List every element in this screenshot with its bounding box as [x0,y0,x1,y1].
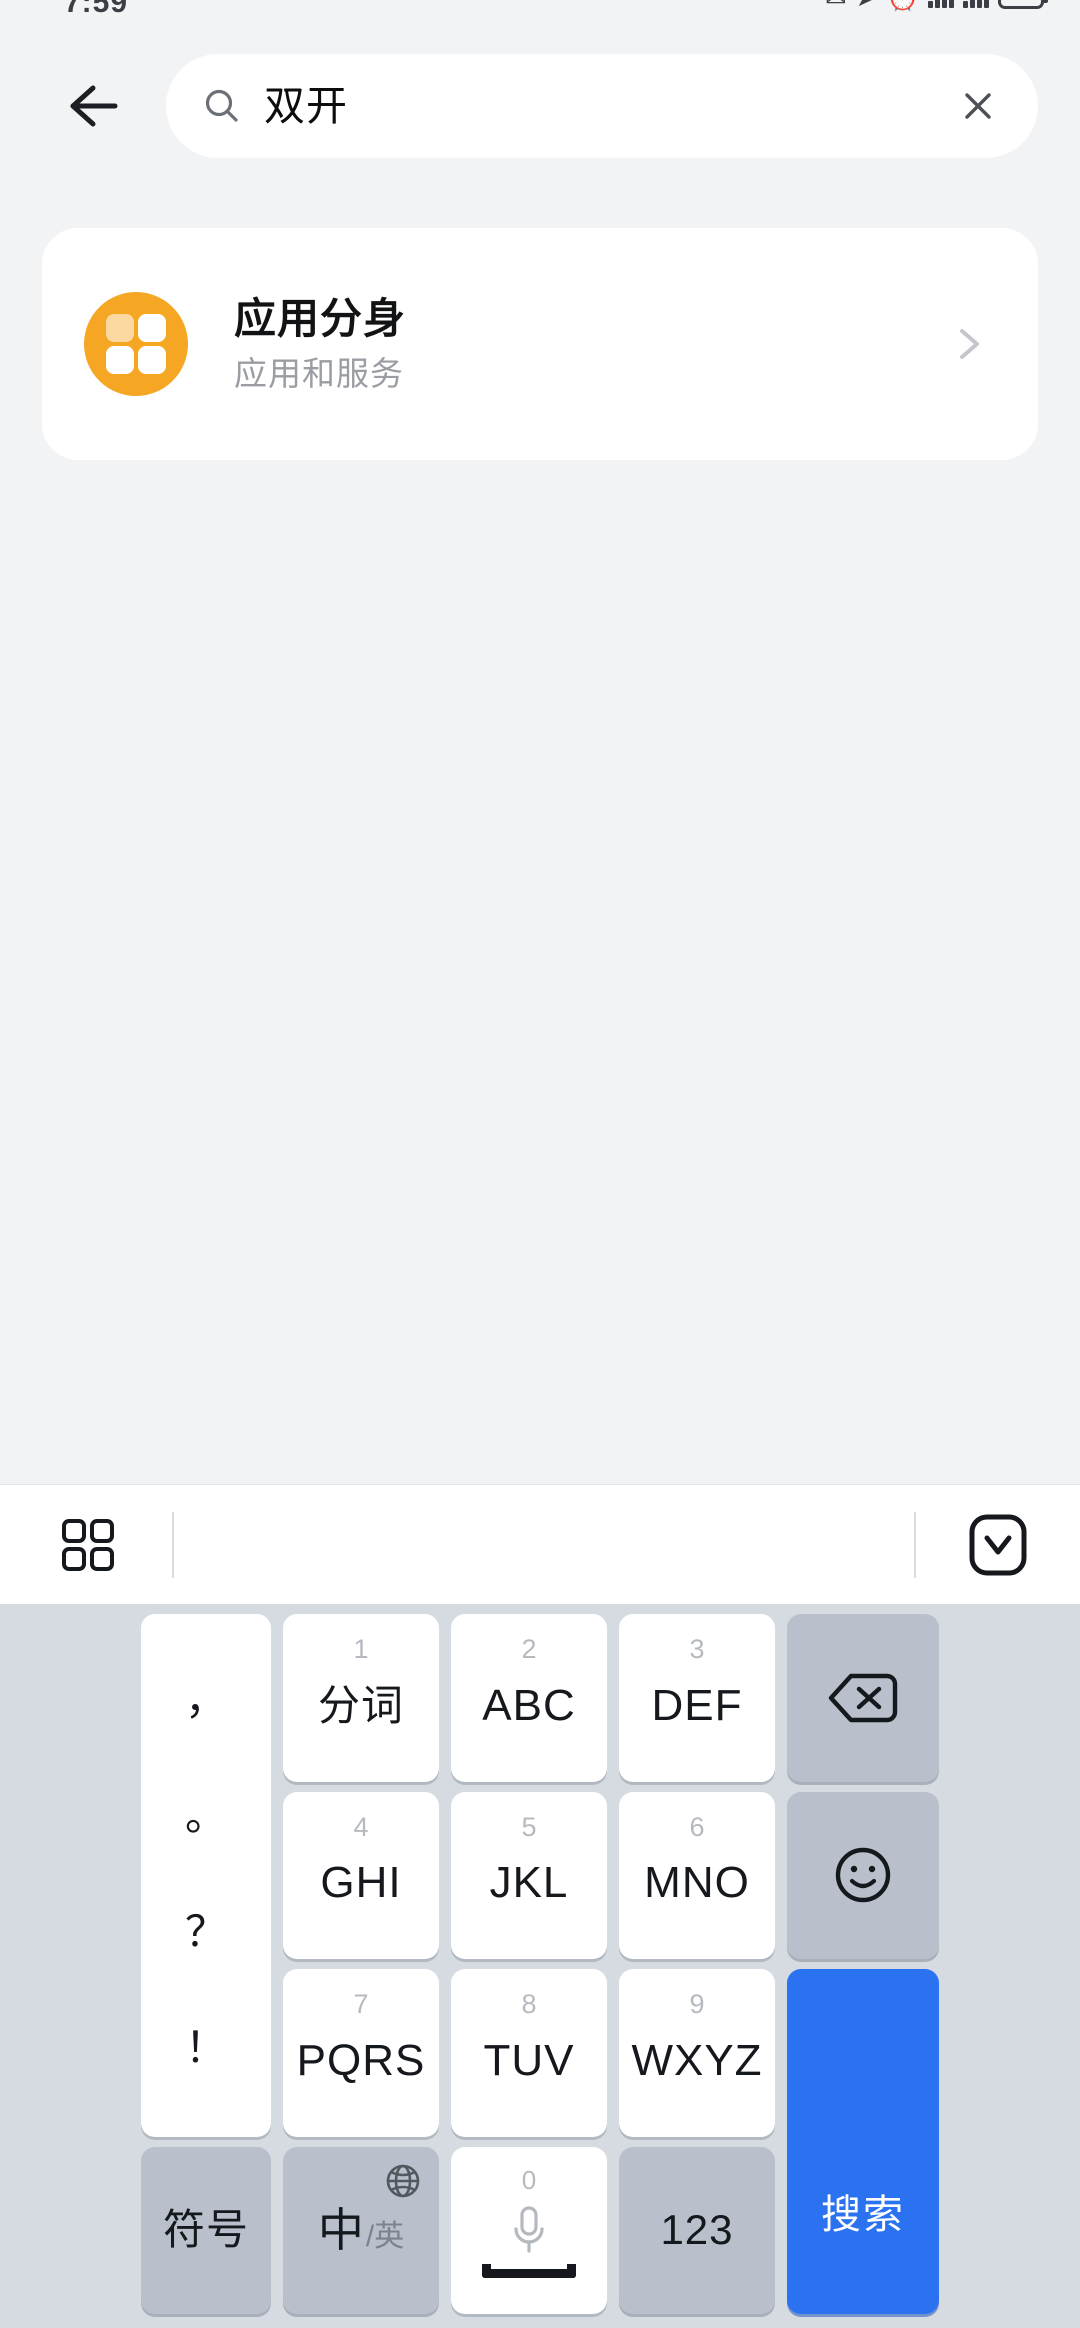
key-language-toggle[interactable]: 中 /英 [283,2146,439,2314]
key-punct-question: ？ [184,1908,227,1956]
hide-keyboard-button[interactable] [956,1503,1040,1587]
search-results-list: 应用分身 应用和服务 [0,228,1080,460]
key-main-label: DEF [651,1680,743,1730]
key-main-label: 符号 [162,2206,249,2254]
key-emoji[interactable] [787,1791,939,1959]
alarm-icon: ⏰ [887,0,919,10]
key-2-abc[interactable]: 2 ABC [451,1614,607,1782]
result-item-app-clone[interactable]: 应用分身 应用和服务 [42,228,1038,460]
result-item-title: 应用分身 [234,294,407,342]
key-number-label: 0 [521,2164,537,2195]
keyboard-layout-grid-icon [62,1518,114,1571]
key-number-label: 1 [353,1634,369,1664]
key-search-label: 搜索 [821,2193,905,2237]
toolbar-divider-right [914,1512,916,1578]
back-button[interactable] [42,54,146,158]
key-main-label: TUV [483,2035,575,2085]
search-header: 双开 [0,42,1080,170]
key-main-label: 123 [660,2206,734,2254]
status-bar-icons: ✉ ➤ ⏰ [825,0,1048,10]
key-language-en: /英 [365,2220,405,2254]
key-main-label: WXYZ [631,2035,763,2085]
keyboard-toolbar [0,1484,1080,1604]
keyboard-layout-button[interactable] [42,1499,134,1591]
key-main-label: PQRS [296,2035,426,2085]
key-number-label: 5 [521,1811,537,1842]
key-main-label: 分词 [317,1681,404,1729]
key-punct-exclaim: ！ [184,2024,227,2072]
candidate-strip[interactable] [134,1485,916,1605]
key-number-label: 2 [521,1634,537,1664]
keyboard: ， 。 ？ ！ 1 分词 2 ABC 3 DEF 4 GHI 5 JKL 6 M… [0,1484,1080,2328]
search-input-value: 双开 [264,85,348,127]
wifi-icon [928,0,954,8]
key-symbols[interactable]: 符号 [141,2146,271,2314]
key-number-label: 7 [353,1989,369,2019]
toolbar-divider-left [172,1512,174,1578]
key-3-def[interactable]: 3 DEF [619,1614,775,1782]
hide-keyboard-icon [969,1514,1027,1575]
key-main-label: MNO [644,1858,750,1908]
key-number-label: 4 [353,1811,369,1842]
backspace-icon [828,1673,898,1722]
result-item-texts: 应用分身 应用和服务 [234,294,944,392]
key-punct-comma: ， [184,1676,227,1724]
key-numeric-layout[interactable]: 123 [619,2146,775,2314]
emoji-smiley-icon [835,1848,891,1903]
key-main-label: JKL [489,1858,569,1908]
key-search-enter[interactable]: 搜索 [787,1969,939,2314]
key-7-pqrs[interactable]: 7 PQRS [283,1969,439,2137]
space-bar-glyph [482,2264,576,2278]
keyboard-keys: ， 。 ？ ！ 1 分词 2 ABC 3 DEF 4 GHI 5 JKL 6 M… [0,1604,1080,2328]
key-1-fenci[interactable]: 1 分词 [283,1614,439,1782]
key-punct-period: 。 [184,1792,227,1840]
close-icon [965,93,991,119]
key-number-label: 8 [521,1989,537,2019]
status-bar-time: 7:59 [64,0,129,19]
key-main-label: ABC [482,1680,576,1730]
key-5-jkl[interactable]: 5 JKL [451,1791,607,1959]
key-number-label: 9 [689,1989,705,2019]
key-space[interactable]: 0 [451,2146,607,2314]
status-bar: 7:59 ✉ ➤ ⏰ [0,0,1080,22]
key-main-label: GHI [320,1858,402,1908]
microphone-icon [506,2202,552,2263]
key-number-label: 3 [689,1634,705,1664]
key-4-ghi[interactable]: 4 GHI [283,1791,439,1959]
key-9-wxyz[interactable]: 9 WXYZ [619,1969,775,2137]
back-arrow-icon [70,85,118,127]
key-number-label: 6 [689,1811,705,1842]
clear-search-button[interactable] [952,80,1004,132]
chevron-right-icon [944,320,992,368]
search-icon [202,86,242,126]
key-punctuation[interactable]: ， 。 ？ ！ [141,1614,271,2137]
key-8-tuv[interactable]: 8 TUV [451,1969,607,2137]
mail-icon: ✉ [825,0,847,10]
globe-icon [383,2161,423,2206]
result-item-subtitle: 应用和服务 [234,354,404,392]
key-6-mno[interactable]: 6 MNO [619,1791,775,1959]
location-icon: ➤ [856,0,878,10]
signal-icon [963,0,989,8]
app-clone-icon [84,292,188,396]
key-language-zh: 中 [317,2204,364,2257]
search-input[interactable]: 双开 [166,54,1038,158]
key-backspace[interactable] [787,1614,939,1782]
battery-icon [998,0,1048,9]
